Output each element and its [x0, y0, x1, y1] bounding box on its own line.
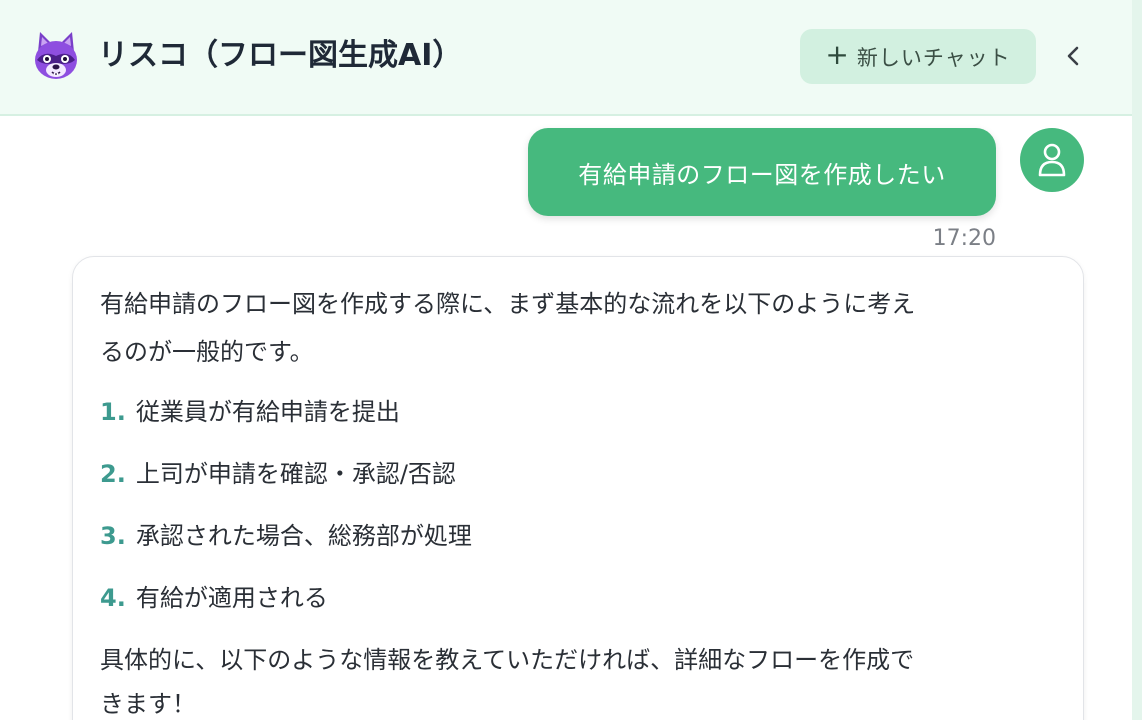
assistant-intro-line-2: るのが一般的です。	[100, 338, 314, 366]
chevron-left-icon	[1067, 46, 1079, 66]
chat-header: リスコ（フロー図生成AI） + 新しいチャット	[0, 0, 1132, 116]
new-chat-button[interactable]: + 新しいチャット	[800, 29, 1036, 84]
list-item-number: 3.	[100, 522, 126, 550]
user-message-bubble: 有給申請のフロー図を作成したい	[528, 128, 996, 216]
new-chat-label: 新しいチャット	[856, 45, 1011, 70]
list-item-text: 有給が適用される	[135, 584, 328, 612]
list-item: 3. 承認された場合、総務部が処理	[100, 516, 472, 556]
chat-page: リスコ（フロー図生成AI） + 新しいチャット 有給申請のフロー図を作成したい …	[0, 0, 1142, 720]
collapse-sidebar-button[interactable]	[1056, 38, 1090, 74]
raccoon-mascot-icon	[32, 30, 80, 82]
list-item-number: 1.	[100, 398, 126, 426]
list-item: 2. 上司が申請を確認・承認/否認	[100, 454, 456, 494]
list-item-number: 4.	[100, 584, 126, 612]
plus-icon: +	[825, 38, 849, 71]
list-item-number: 2.	[100, 460, 126, 488]
assistant-outro-line-2: きます！	[100, 690, 196, 718]
message-timestamp: 17:20	[932, 226, 996, 251]
list-item-text: 上司が申請を確認・承認/否認	[135, 460, 456, 488]
list-item-text: 承認された場合、総務部が処理	[135, 522, 472, 550]
assistant-intro-line-1: 有給申請のフロー図を作成する際に、まず基本的な流れを以下のように考え	[100, 290, 916, 318]
user-message-text: 有給申請のフロー図を作成したい	[578, 160, 946, 189]
user-avatar	[1020, 128, 1084, 192]
user-icon	[1038, 143, 1066, 177]
right-edge-border	[1132, 0, 1142, 720]
app-title: リスコ（フロー図生成AI）	[98, 38, 463, 73]
list-item: 1. 従業員が有給申請を提出	[100, 392, 400, 432]
assistant-outro-line-1: 具体的に、以下のような情報を教えていただければ、詳細なフローを作成で	[100, 646, 915, 674]
list-item: 4. 有給が適用される	[100, 578, 328, 618]
list-item-text: 従業員が有給申請を提出	[135, 398, 400, 426]
